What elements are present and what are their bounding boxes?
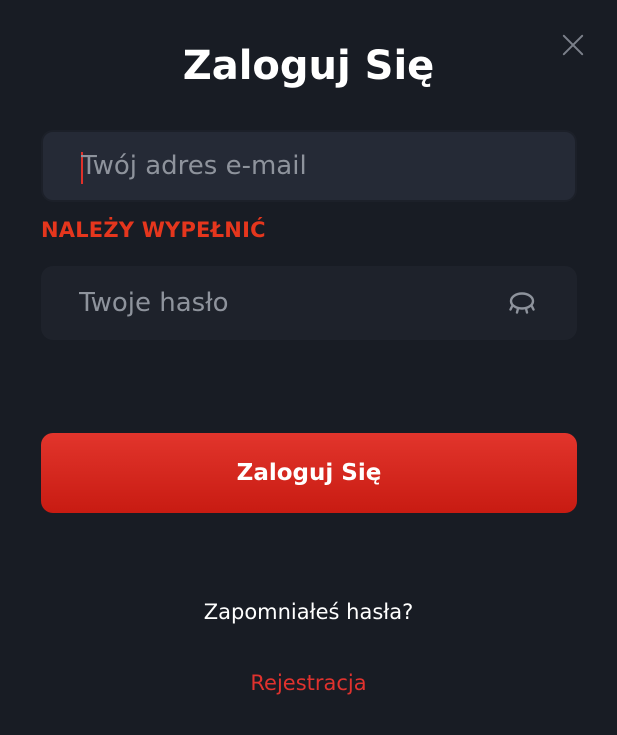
email-error-message: NALEŻY WYPEŁNIĆ — [41, 218, 266, 242]
password-field-container[interactable] — [41, 266, 577, 340]
register-link[interactable]: Rejestracja — [0, 667, 617, 699]
password-field[interactable] — [79, 266, 499, 340]
login-modal: Zaloguj Się NALEŻY WYPEŁNIĆ Zaloguj Się … — [0, 0, 617, 735]
modal-title: Zaloguj Się — [182, 43, 435, 89]
email-field[interactable] — [81, 132, 501, 200]
login-button[interactable]: Zaloguj Się — [41, 433, 577, 513]
email-field-container[interactable] — [41, 130, 577, 202]
forgot-password-link[interactable]: Zapomniałeś hasła? — [0, 596, 617, 628]
eye-closed-icon[interactable] — [507, 290, 537, 318]
